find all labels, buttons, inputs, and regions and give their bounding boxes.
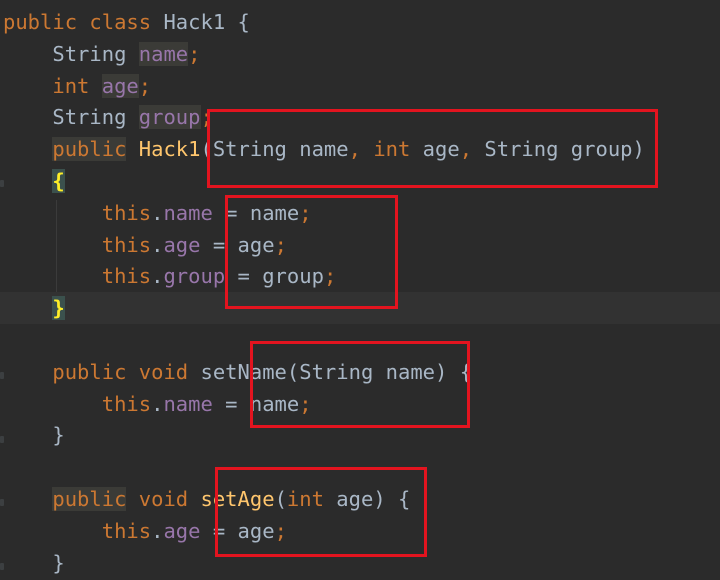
code-token: . bbox=[151, 200, 164, 225]
code-line-text: int age; bbox=[3, 73, 152, 98]
code-token: this bbox=[101, 264, 152, 289]
code-token: void bbox=[138, 487, 189, 511]
code-line[interactable]: { bbox=[3, 165, 65, 197]
code-token: . bbox=[151, 391, 164, 416]
code-token: public bbox=[3, 10, 78, 34]
code-token: } bbox=[52, 550, 65, 575]
annotation-box-constructor-body bbox=[225, 195, 398, 309]
code-line[interactable]: String group; bbox=[3, 101, 213, 133]
code-line[interactable]: String name; bbox=[3, 38, 201, 70]
code-token: this bbox=[101, 391, 152, 416]
code-token: name bbox=[138, 41, 189, 66]
code-token: . bbox=[151, 518, 164, 543]
code-token: group bbox=[163, 264, 226, 289]
code-token: age bbox=[101, 73, 139, 98]
code-token: public bbox=[52, 487, 127, 511]
code-editor[interactable]: public class Hack1 { String name; int ag… bbox=[0, 0, 720, 580]
code-token: { bbox=[52, 169, 65, 193]
code-token: name bbox=[163, 200, 213, 225]
code-token: . bbox=[151, 232, 164, 257]
code-token: public bbox=[52, 137, 127, 162]
code-token: age bbox=[163, 518, 201, 543]
code-token: String bbox=[52, 105, 127, 130]
code-token: group bbox=[138, 105, 201, 130]
code-token: class bbox=[89, 10, 152, 34]
code-token: } bbox=[52, 423, 65, 448]
code-line-text: } bbox=[3, 550, 65, 575]
code-token: this bbox=[101, 200, 152, 225]
code-line[interactable]: int age; bbox=[3, 70, 151, 102]
code-token: name bbox=[163, 391, 213, 416]
code-token: void bbox=[138, 359, 189, 384]
code-line[interactable]: } bbox=[3, 547, 65, 579]
code-token: Hack1 bbox=[138, 137, 201, 162]
code-token: ; bbox=[138, 73, 152, 98]
code-token: int bbox=[52, 73, 90, 98]
code-line[interactable]: public class Hack1 { bbox=[3, 6, 250, 38]
code-line-text: } bbox=[0, 296, 65, 321]
code-line[interactable]: } bbox=[3, 419, 65, 451]
code-token: . bbox=[151, 264, 164, 289]
code-token: } bbox=[52, 296, 65, 321]
annotation-box-setname bbox=[250, 341, 470, 428]
code-line-text: public class Hack1 { bbox=[3, 10, 250, 34]
code-token: = bbox=[212, 391, 250, 416]
annotation-box-constructor-params bbox=[207, 109, 658, 188]
code-line-text: { bbox=[3, 169, 65, 193]
code-line-text: String group; bbox=[3, 105, 213, 130]
code-token: { bbox=[225, 10, 250, 34]
code-token: this bbox=[101, 232, 152, 257]
code-token: age bbox=[163, 232, 201, 257]
code-token: public bbox=[52, 359, 127, 384]
code-token: ; bbox=[188, 41, 201, 66]
annotation-box-setage bbox=[215, 467, 427, 557]
code-line-text: } bbox=[3, 423, 65, 448]
code-token: this bbox=[101, 518, 152, 543]
code-token: Hack1 bbox=[163, 10, 226, 34]
code-line-text: String name; bbox=[3, 41, 201, 66]
code-token: String bbox=[52, 41, 127, 66]
